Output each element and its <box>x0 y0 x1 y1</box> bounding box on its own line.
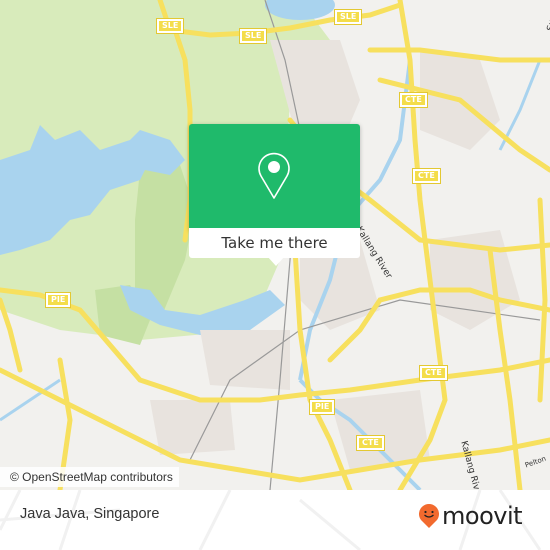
map-view[interactable]: SLE SLE SLE CTE CTE CTE CTE PIE PIE Kall… <box>0 0 550 490</box>
shield-sle-2: SLE <box>238 28 268 44</box>
urban-area <box>150 400 235 455</box>
popup-header <box>189 124 360 228</box>
popup-footer: Take me there <box>189 228 360 258</box>
shield-cte-2: CTE <box>412 168 441 184</box>
take-me-there-button[interactable]: Take me there <box>189 228 360 258</box>
moovit-wordmark: moovit <box>442 502 523 530</box>
moovit-logo[interactable]: moovit <box>418 502 523 530</box>
footer-bar: Java Java, Singapore moovit <box>0 490 550 550</box>
shield-cte-4: CTE <box>356 435 385 451</box>
popup-pointer <box>267 256 285 266</box>
map-pin-icon <box>258 152 290 199</box>
map-attribution[interactable]: © OpenStreetMap contributors <box>0 467 179 487</box>
shield-pie-1: PIE <box>44 292 72 308</box>
shield-pie-2: PIE <box>308 399 336 415</box>
location-popup: Take me there <box>189 124 360 266</box>
shield-sle-3: SLE <box>333 9 363 25</box>
urban-area <box>200 330 290 390</box>
shield-sle-1: SLE <box>155 18 185 34</box>
place-title: Java Java, Singapore <box>20 506 160 522</box>
shield-cte-1: CTE <box>399 92 428 108</box>
urban-area <box>330 390 430 470</box>
shield-cte-3: CTE <box>419 365 448 381</box>
moovit-pin-icon <box>419 504 439 528</box>
